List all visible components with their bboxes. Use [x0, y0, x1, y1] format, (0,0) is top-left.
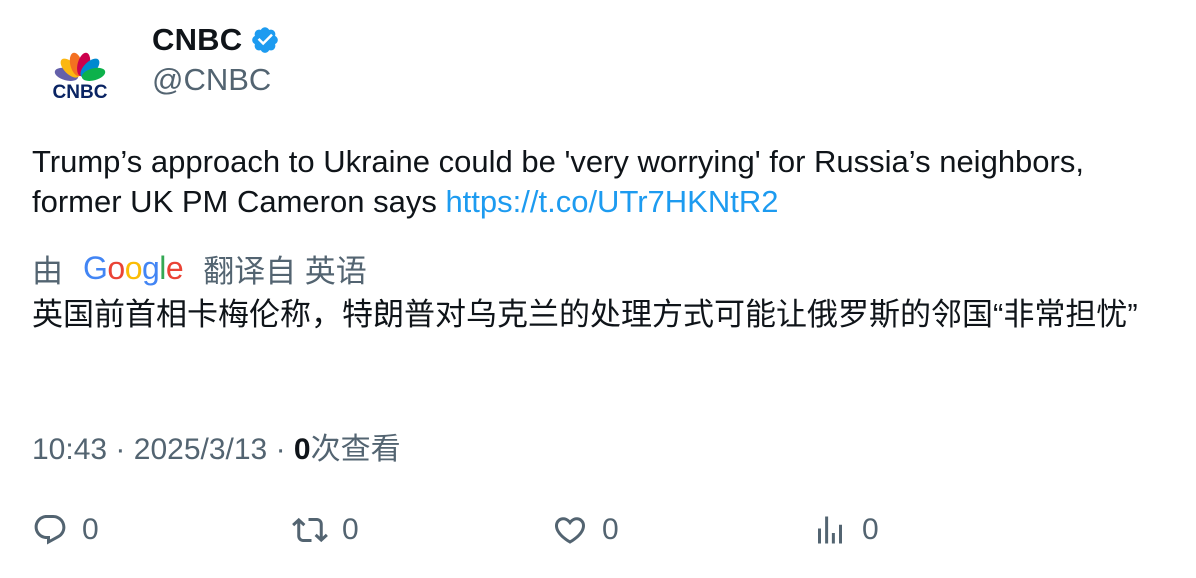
reply-count: 0 [82, 513, 99, 546]
analytics-icon [818, 516, 842, 544]
translation-suffix: 翻译自 英语 [203, 254, 367, 289]
tweet-link[interactable]: https://t.co/UTr7HKNtR2 [445, 184, 778, 219]
like-count: 0 [602, 513, 619, 546]
tweet-meta: 10:43 · 2025/3/13 · 0次查看 [32, 424, 401, 468]
avatar[interactable]: CNBC [32, 28, 128, 124]
svg-text:CNBC: CNBC [53, 82, 108, 103]
google-logo-icon[interactable]: Google [83, 250, 184, 287]
tweet-date[interactable]: 2025/3/13 [134, 433, 267, 466]
translation-prefix: 由 [32, 254, 63, 289]
views-count: 0 [293, 433, 311, 466]
action-bar: 0 0 0 0 [32, 512, 1172, 556]
views-label: 次查看 [310, 433, 401, 466]
cnbc-peacock-logo-icon: CNBC [53, 52, 108, 103]
author-name-row: CNBC [152, 22, 280, 58]
views-button[interactable]: 0 [812, 512, 879, 548]
verified-badge-icon [252, 27, 279, 53]
views-action-count: 0 [862, 513, 879, 546]
reply-icon [34, 515, 66, 545]
retweet-count: 0 [342, 513, 359, 546]
tweet-time[interactable]: 10:43 [32, 433, 107, 466]
meta-separator: · [115, 433, 126, 466]
author-display-name[interactable]: CNBC [152, 22, 242, 58]
retweet-button[interactable]: 0 [292, 512, 359, 548]
meta-separator: · [275, 433, 286, 466]
like-button[interactable]: 0 [552, 512, 619, 548]
tweet-text: Trump’s approach to Ukraine could be 've… [32, 142, 1172, 222]
translation-attribution: 由 Google 翻译自 英语 [32, 246, 367, 291]
retweet-icon [292, 517, 328, 543]
translated-text: 英国前首相卡梅伦称，特朗普对乌克兰的处理方式可能让俄罗斯的邻国“非常担忧” [32, 297, 1138, 332]
heart-icon [554, 517, 586, 544]
reply-button[interactable]: 0 [32, 512, 99, 548]
author-handle[interactable]: @CNBC [152, 62, 271, 98]
